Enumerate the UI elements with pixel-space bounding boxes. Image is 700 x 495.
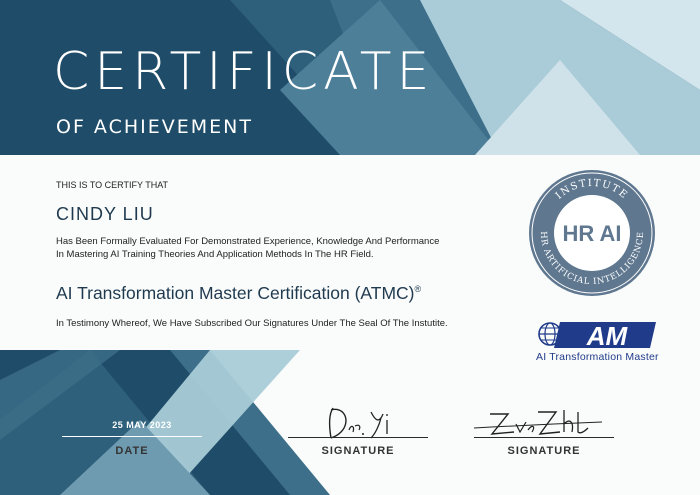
certificate-title: CERTIFICATE [53,42,435,102]
am-logo-caption: AI Transformation Master [536,351,659,363]
date-label: DATE [115,445,149,457]
hr-ai-seal: INSTITUTE HR ARTIFICIAL INTELLIGENCE HR … [529,170,655,296]
registered-mark: ® [414,284,422,295]
am-logo-mark: AM [586,321,629,351]
recipient-name: CINDY LIU [56,204,154,224]
certification-title: AI Transformation Master Certification (… [56,283,421,304]
certificate: CERTIFICATE OF ACHIEVEMENT THIS IS TO CE… [0,0,700,495]
seal-center-text: HR AI [562,221,621,246]
certificate-subtitle: OF ACHIEVEMENT [56,116,253,138]
description-line-2: In Mastering AI Training Theories And Ap… [56,249,374,260]
testimony-text: In Testimony Whereof, We Have Subscribed… [56,318,448,329]
description-line-1: Has Been Formally Evaluated For Demonstr… [56,236,440,247]
date-value: 25 MAY 2023 [112,420,172,430]
certification-name: AI Transformation Master Certification (… [56,283,415,303]
signature-2-label: SIGNATURE [507,445,581,457]
date-line [62,436,202,437]
signature-1-line [288,437,428,438]
signature-2-line [474,437,614,438]
signature-1-label: SIGNATURE [321,445,395,457]
description: Has Been Formally Evaluated For Demonstr… [56,235,516,261]
certify-intro: THIS IS TO CERTIFY THAT [56,180,169,190]
signature-1-image [328,407,388,439]
